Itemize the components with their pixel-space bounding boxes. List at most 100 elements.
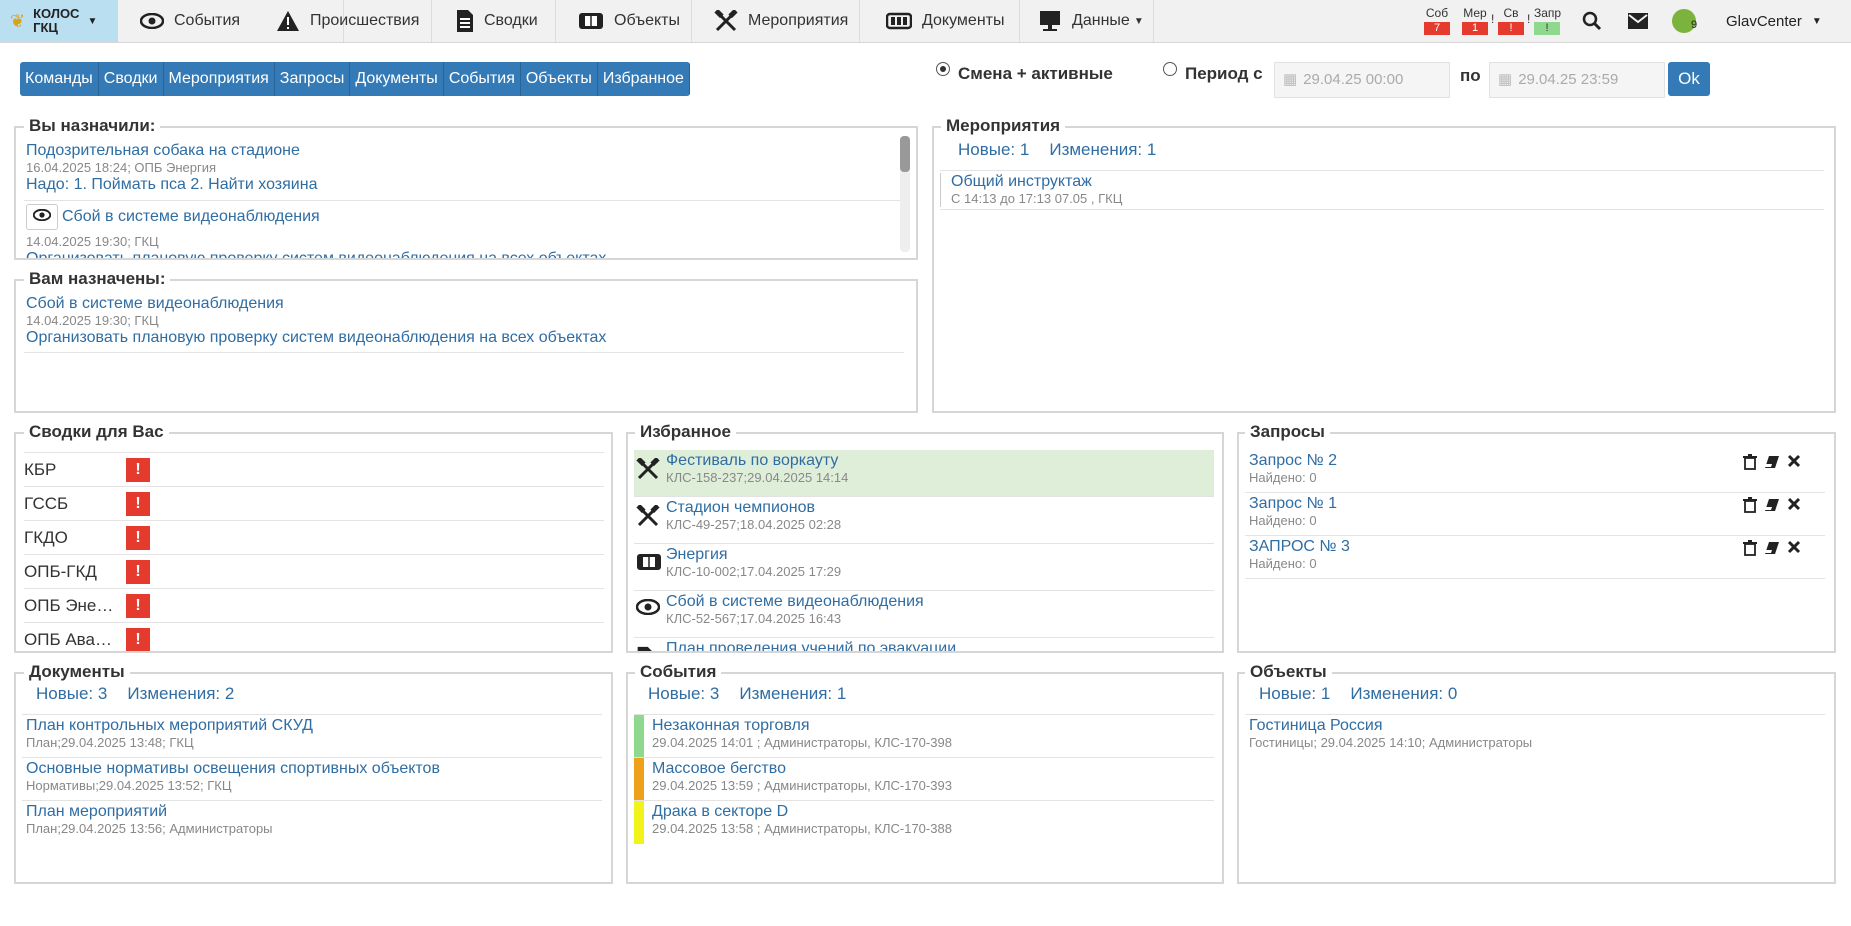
document-meta: План;29.04.2025 13:56; Администраторы	[26, 821, 273, 836]
tab-activities[interactable]: Мероприятия	[163, 62, 275, 96]
activity-meta: С 14:13 до 17:13 07.05 , ГКЦ	[951, 191, 1123, 206]
trash-icon[interactable]	[1743, 540, 1757, 561]
trash-icon[interactable]	[1743, 497, 1757, 518]
document-title[interactable]: Основные нормативы освещения спортивных …	[26, 760, 598, 778]
request-title[interactable]: Запрос № 2	[1249, 452, 1821, 470]
eraser-icon[interactable]	[1763, 540, 1781, 561]
list-item[interactable]: Фестиваль по воркауту КЛС-158-237;29.04.2…	[634, 450, 1214, 497]
scrollbar[interactable]	[900, 136, 910, 252]
close-icon[interactable]	[1787, 540, 1801, 561]
ok-button[interactable]: Ok	[1668, 62, 1710, 96]
assignment-title[interactable]: Подозрительная собака на стадионе	[26, 142, 886, 160]
tab-requests[interactable]: Запросы	[274, 62, 351, 96]
list-item[interactable]: ГССБ!	[24, 486, 604, 520]
object-title[interactable]: Гостиница Россия	[1249, 717, 1821, 735]
favorite-title[interactable]: Энергия	[666, 546, 841, 564]
list-item[interactable]: План проведения учений по эвакуации	[634, 638, 1214, 651]
list-item[interactable]: Энергия КЛС-10-002;17.04.2025 17:29	[634, 544, 1214, 591]
favorite-title[interactable]: Стадион чемпионов	[666, 499, 841, 517]
tab-summaries[interactable]: Сводки	[98, 62, 164, 96]
period-radio[interactable]: Период с	[1163, 62, 1263, 84]
nav-summaries[interactable]: Сводки	[432, 0, 556, 42]
event-title[interactable]: Массовое бегство	[652, 760, 1210, 778]
envelope-icon[interactable]	[1628, 13, 1648, 29]
chevron-down-icon: ▼	[1133, 15, 1144, 27]
indicator-requests[interactable]: Запр !	[1534, 6, 1561, 35]
event-meta: 29.04.2025 13:59 ; Администраторы, КЛС-1…	[652, 778, 952, 793]
list-item[interactable]: Сбой в системе видеонаблюдения КЛС-52-567…	[634, 591, 1214, 638]
favorite-title[interactable]: План проведения учений по эвакуации	[666, 640, 956, 651]
scrollbar-thumb[interactable]	[900, 136, 910, 172]
favorite-title[interactable]: Фестиваль по воркауту	[666, 452, 848, 470]
list-item[interactable]: КБР!	[24, 452, 604, 486]
request-title[interactable]: ЗАПРОС № 3	[1249, 538, 1821, 556]
indicator-activities[interactable]: Мер 1	[1462, 6, 1488, 35]
list-item: Драка в секторе D 29.04.2025 13:58 ; Адми…	[634, 800, 1214, 844]
tab-documents[interactable]: Документы	[350, 62, 444, 96]
nav-incidents[interactable]: Происшествия	[258, 0, 432, 42]
close-icon[interactable]	[1787, 497, 1801, 518]
documents-changes-count[interactable]: Изменения: 2	[127, 684, 234, 703]
nav-documents[interactable]: Документы	[860, 0, 1020, 42]
list-item: Сбой в системе видеонаблюдения 14.04.202…	[26, 295, 886, 347]
assignment-task[interactable]: Надо: 1. Поймать пса 2. Найти хозяина	[26, 176, 886, 194]
indicator-summaries[interactable]: Св !	[1498, 6, 1524, 35]
assignment-task[interactable]: Организовать плановую проверку систем ви…	[26, 250, 886, 258]
alert-badge: !	[126, 593, 150, 618]
activities-new-count[interactable]: Новые: 1	[958, 140, 1029, 159]
favorites-panel: Фестиваль по воркауту КЛС-158-237;29.04.2…	[626, 432, 1224, 653]
event-title[interactable]: Драка в секторе D	[652, 803, 1210, 821]
eye-icon[interactable]	[26, 204, 58, 230]
radio-unchecked-icon	[1163, 62, 1177, 76]
eraser-icon[interactable]	[1763, 454, 1781, 475]
top-navbar: ❦ КОЛОС ГКЦ ▼ События Происшествия Сводк…	[0, 0, 1851, 43]
tab-teams[interactable]: Команды	[20, 62, 99, 96]
indicator-events[interactable]: Соб 7	[1424, 6, 1450, 35]
close-icon[interactable]	[1787, 454, 1801, 475]
events-new-count[interactable]: Новые: 3	[648, 684, 719, 703]
shift-radio[interactable]: Смена + активные	[936, 62, 1113, 84]
period-from-input[interactable]: ▦ 29.04.25 00:00	[1274, 62, 1450, 98]
eye-icon	[634, 593, 666, 620]
list-item: Незаконная торговля 29.04.2025 14:01 ; Ад…	[634, 714, 1214, 758]
list-item[interactable]: ГКДО!	[24, 520, 604, 554]
document-title[interactable]: План контрольных мероприятий СКУД	[26, 717, 598, 735]
request-title[interactable]: Запрос № 1	[1249, 495, 1821, 513]
trash-icon[interactable]	[1743, 454, 1757, 475]
favorite-title[interactable]: Сбой в системе видеонаблюдения	[666, 593, 924, 611]
assignment-title[interactable]: Сбой в системе видеонаблюдения	[62, 208, 320, 226]
documents-new-count[interactable]: Новые: 3	[36, 684, 107, 703]
alert-icon: !	[1527, 12, 1531, 26]
search-icon[interactable]	[1582, 11, 1602, 31]
list-item[interactable]: ОПБ-ГКД!	[24, 554, 604, 588]
objects-new-count[interactable]: Новые: 1	[1259, 684, 1330, 703]
events-changes-count[interactable]: Изменения: 1	[739, 684, 846, 703]
activities-panel: Новые: 1 Изменения: 1 Общий инструктаж С …	[932, 126, 1836, 413]
user-menu[interactable]: GlavCenter ▼	[1726, 3, 1822, 39]
nav-data-menu[interactable]: Данные ▼	[1020, 0, 1154, 42]
list-item: План контрольных мероприятий СКУД План;29…	[22, 714, 602, 757]
document-title[interactable]: План мероприятий	[26, 803, 598, 821]
alert-icon: !	[1491, 12, 1495, 26]
assignment-title[interactable]: Сбой в системе видеонаблюдения	[26, 295, 886, 313]
period-to-input[interactable]: ▦ 29.04.25 23:59	[1489, 62, 1665, 98]
period-radio-label: Период с	[1185, 64, 1263, 83]
assignment-task[interactable]: Организовать плановую проверку систем ви…	[26, 329, 886, 347]
nav-objects[interactable]: Объекты	[556, 0, 692, 42]
assignment-meta: 14.04.2025 19:30; ГКЦ	[26, 234, 159, 249]
event-title[interactable]: Незаконная торговля	[652, 717, 1210, 735]
summaries-list: КБР! ГССБ! ГКДО! ОПБ-ГКД! ОПБ Эне…! ОПБ Ава…!	[24, 452, 604, 651]
list-item[interactable]: Стадион чемпионов КЛС-49-257;18.04.2025 0…	[634, 497, 1214, 544]
activities-changes-count[interactable]: Изменения: 1	[1049, 140, 1156, 159]
brand-menu[interactable]: ❦ КОЛОС ГКЦ ▼	[0, 0, 118, 42]
eraser-icon[interactable]	[1763, 497, 1781, 518]
nav-activities[interactable]: Мероприятия	[692, 0, 860, 42]
activity-title[interactable]: Общий инструктаж	[951, 173, 1824, 191]
tab-favorites[interactable]: Избранное	[597, 62, 690, 96]
list-item[interactable]: ОПБ Эне…!	[24, 588, 604, 622]
favorite-meta: КЛС-10-002;17.04.2025 17:29	[666, 564, 842, 579]
objects-changes-count[interactable]: Изменения: 0	[1350, 684, 1457, 703]
tab-events[interactable]: События	[443, 62, 521, 96]
list-item[interactable]: ОПБ Ава…!	[24, 622, 604, 651]
tab-objects[interactable]: Объекты	[520, 62, 598, 96]
